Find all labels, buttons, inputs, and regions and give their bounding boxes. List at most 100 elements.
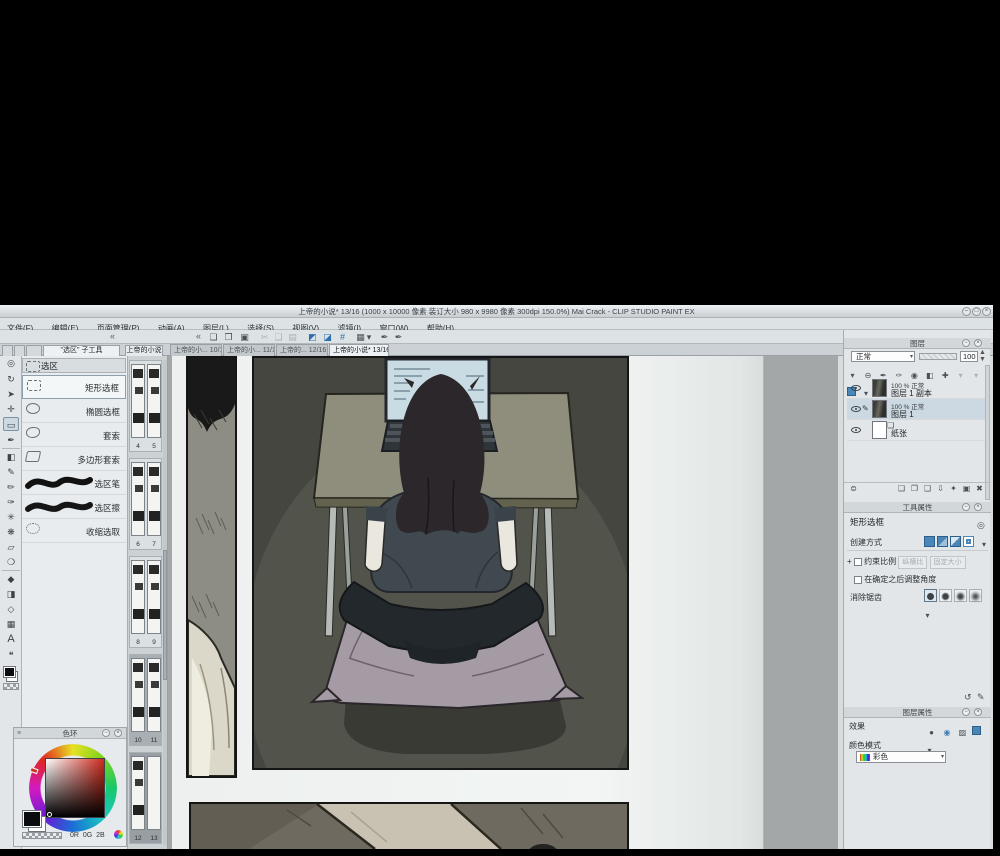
reset-tool-icon[interactable]: ↺ <box>964 692 972 703</box>
opacity-value[interactable]: 100 <box>960 351 978 362</box>
decoration-tool[interactable]: ❋ <box>3 525 19 539</box>
collapse-left-dock-icon[interactable]: « <box>110 331 115 341</box>
layer-visible-icon[interactable] <box>851 427 861 433</box>
aa-none-icon[interactable] <box>924 589 937 602</box>
scrollbar-thumb[interactable] <box>163 550 167 680</box>
collapse-toolbar-icon[interactable]: « <box>196 331 201 341</box>
page-manager-tab[interactable]: 上帝的小说 <box>125 345 163 356</box>
layer-thumbnail[interactable] <box>872 379 887 397</box>
snap-ruler-icon[interactable]: ◩ <box>306 331 319 343</box>
transfer-down-icon[interactable]: ⇩ <box>935 483 946 494</box>
liner-tool[interactable]: ✒ <box>3 433 19 447</box>
maximize-button[interactable]: □ <box>972 307 981 316</box>
main-color-swatch[interactable] <box>22 810 42 828</box>
snap-special-ruler-icon[interactable]: ◪ <box>321 331 334 343</box>
balloon-tool[interactable]: ❝ <box>3 648 19 662</box>
extract-line-icon[interactable] <box>972 726 981 735</box>
page-thumb[interactable] <box>147 560 161 634</box>
canvas-workspace[interactable]: 腾讯动漫 <box>168 356 838 849</box>
create-mode-subtract-icon[interactable] <box>950 536 961 547</box>
layer-property-close-icon[interactable]: × <box>974 708 982 716</box>
transparent-color-swatch[interactable] <box>3 683 19 690</box>
spread-10-11[interactable]: 10 11 <box>129 654 162 746</box>
page-thumb[interactable] <box>147 658 161 732</box>
open-icon[interactable]: ❐ <box>222 331 235 343</box>
merge-down-icon[interactable]: ✦ <box>948 483 959 494</box>
spread-4-5[interactable]: 4 5 <box>129 360 162 452</box>
tool-property-minimize-icon[interactable]: − <box>962 503 970 511</box>
aa-dropdown-icon[interactable]: ▾ <box>924 610 931 621</box>
create-mode-dropdown-icon[interactable]: ▾ <box>980 539 987 550</box>
spread-12-13-current[interactable]: 12 13 <box>129 752 162 844</box>
subtool-rect-marquee[interactable]: 矩形选框 <box>22 375 126 399</box>
transparent-swatch[interactable] <box>22 832 62 839</box>
document-tab-13-active[interactable]: 上帝的小说* 13/16 × <box>329 344 389 356</box>
foreground-color-swatch[interactable] <box>3 666 16 678</box>
layer-visible-icon[interactable] <box>851 406 861 412</box>
airbrush-tool[interactable]: ✳ <box>3 510 19 524</box>
magnifier-icon[interactable]: ◎ <box>977 520 985 531</box>
page-manager-scrollbar[interactable] <box>163 360 167 845</box>
sv-cursor[interactable] <box>47 812 52 817</box>
color-set-icon[interactable] <box>114 830 123 839</box>
duplicate-layer-icon[interactable]: ❑ <box>922 483 933 494</box>
move-tool[interactable]: ✛ <box>3 402 19 416</box>
ruler-menu-arrow-icon[interactable]: ▾ <box>365 331 373 343</box>
snap-grid-icon[interactable]: # <box>336 331 349 343</box>
page-thumb[interactable] <box>131 364 145 438</box>
brush-tool[interactable]: ✑ <box>3 495 19 509</box>
subtool-ellipse-marquee[interactable]: 椭圆选框 <box>22 399 126 423</box>
pencil-tool[interactable]: ✏ <box>3 480 19 494</box>
document-tab-12[interactable]: 上帝的... 12/16 × <box>276 344 328 356</box>
tone-pattern-icon[interactable]: ▨ <box>957 727 968 738</box>
gradient-map-tool[interactable]: ◧ <box>3 450 19 464</box>
document-tab-11[interactable]: 上帝的小... 11/16 × <box>223 344 275 356</box>
create-mode-add-icon[interactable] <box>937 536 948 547</box>
register-default-icon[interactable]: ✎ <box>977 692 985 703</box>
subtool-lasso[interactable]: 套索 <box>22 423 126 447</box>
tool-panel-tab-1[interactable] <box>2 345 13 356</box>
layers-close-icon[interactable]: × <box>974 339 982 347</box>
layer-visible-icon[interactable] <box>851 385 861 391</box>
minimize-button[interactable]: – <box>962 307 971 316</box>
close-button[interactable]: × <box>982 307 991 316</box>
tool-property-close-icon[interactable]: × <box>974 503 982 511</box>
page-thumb[interactable] <box>147 364 161 438</box>
blend-tool[interactable]: ❍ <box>3 555 19 569</box>
page-thumb[interactable] <box>131 560 145 634</box>
selection-marquee-tool[interactable]: ▭ <box>3 417 19 431</box>
color-wheel-menu-icon[interactable]: ≡ <box>17 730 21 737</box>
layer-mask-icon[interactable]: ▣ <box>961 483 972 494</box>
page-thumb[interactable] <box>131 658 145 732</box>
new-layer-icon[interactable]: ❏ <box>896 483 907 494</box>
new-page-icon[interactable]: ❏ <box>207 331 220 343</box>
subtool-selection-eraser[interactable]: 选区擦 <box>22 495 126 519</box>
subtool-selection-pen[interactable]: 选区笔 <box>22 471 126 495</box>
pen-tool[interactable]: ✎ <box>3 465 19 479</box>
layers-scrollbar[interactable] <box>985 365 990 500</box>
tone-sphere-icon[interactable]: ◉ <box>941 727 952 738</box>
correction-pen2-icon[interactable]: ✒ <box>392 331 405 343</box>
saturation-value-square[interactable] <box>45 758 105 818</box>
opacity-spin-down[interactable]: ▼ <box>979 357 986 363</box>
paper-thumbnail[interactable] <box>872 421 887 439</box>
correction-pen-icon[interactable]: ✒ <box>378 331 391 343</box>
spread-8-9[interactable]: 8 9 <box>129 556 162 648</box>
angle-checkbox[interactable] <box>854 576 862 584</box>
new-folder-icon[interactable]: ❐ <box>909 483 920 494</box>
tool-panel-tab-2[interactable] <box>14 345 25 356</box>
eraser-tool[interactable]: ▱ <box>3 540 19 554</box>
aa-strong-icon[interactable] <box>969 589 982 602</box>
create-mode-new-icon[interactable] <box>924 536 935 547</box>
layer-property-minimize-icon[interactable]: − <box>962 708 970 716</box>
layer-thumbnail[interactable] <box>872 400 887 418</box>
text-tool[interactable]: A <box>3 632 19 646</box>
color-mode-dropdown[interactable]: 彩色 ▾ <box>856 751 946 763</box>
panel-menu-icon[interactable]: ⊜ <box>848 483 859 494</box>
layers-minimize-icon[interactable]: − <box>962 339 970 347</box>
border-effect-icon[interactable]: ● <box>926 727 937 738</box>
aspect-checkbox[interactable] <box>854 558 862 566</box>
layer-row-copy[interactable]: 100 % 正常 图层 1 副本 <box>847 378 985 399</box>
spread-6-7[interactable]: 6 7 <box>129 458 162 550</box>
opacity-slider[interactable] <box>919 353 957 360</box>
